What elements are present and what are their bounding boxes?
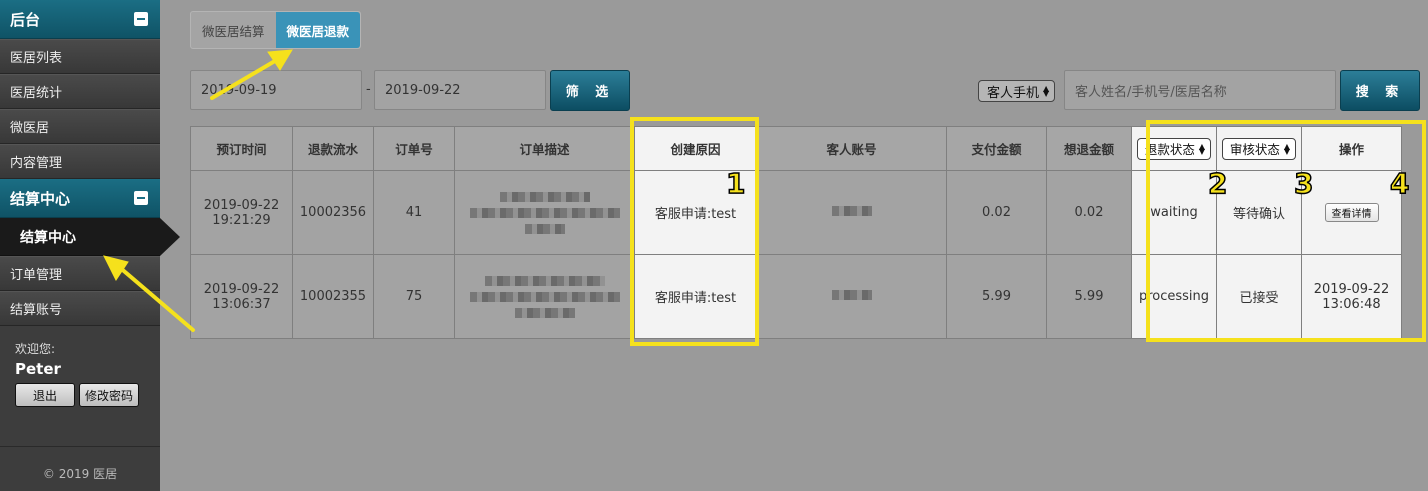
- refund-table: 预订时间 退款流水 订单号 订单描述 创建原因 客人账号 支付金额 想退金额 退…: [190, 126, 1402, 339]
- pay-amount-cell: 0.02: [946, 170, 1047, 255]
- order-no-cell: 75: [373, 254, 455, 339]
- col-action: 操作: [1301, 126, 1402, 171]
- booking-time-cell: 2019-09-22 13:06:37: [190, 254, 293, 339]
- copyright: © 2019 医居: [42, 467, 118, 481]
- annotation-number-1: 1: [725, 167, 746, 200]
- order-no-cell: 41: [373, 170, 455, 255]
- action-date: 2019-09-22: [1313, 281, 1390, 297]
- sidebar: 后台 医居列表 医居统计 微医居 内容管理 结算中心 结算中心 订单管理 结算账…: [0, 0, 180, 491]
- date-separator: -: [366, 82, 371, 97]
- search-button[interactable]: 搜 索: [1340, 70, 1420, 111]
- col-order-desc: 订单描述: [454, 126, 635, 171]
- sidebar-item-settlement-center[interactable]: 结算中心: [0, 218, 180, 256]
- collapse-icon[interactable]: [134, 191, 148, 205]
- redacted-text: [469, 192, 620, 234]
- booking-date: 2019-09-22: [203, 197, 280, 213]
- col-pay-amount: 支付金额: [946, 126, 1047, 171]
- col-order-no: 订单号: [373, 126, 455, 171]
- guest-account-cell: [756, 170, 947, 255]
- arrow-head: [267, 49, 293, 71]
- order-desc-cell: [454, 254, 635, 339]
- select-arrows-icon: ▲ ▼: [1043, 84, 1050, 98]
- annotation-number-2: 2: [1207, 167, 1228, 200]
- review-status-label: 审核状态: [1229, 142, 1280, 157]
- booking-time-cell: 2019-09-22 19:21:29: [190, 170, 293, 255]
- date-start-input[interactable]: 2019-09-19: [190, 70, 362, 110]
- refund-status-filter[interactable]: 退款状态 ▲ ▼: [1136, 137, 1212, 160]
- refund-serial-cell: 10002356: [292, 170, 374, 255]
- welcome-panel: 欢迎您: Peter 退出 修改密码: [0, 326, 160, 447]
- redacted-text: [831, 206, 872, 216]
- refund-amount-cell: 0.02: [1046, 170, 1132, 255]
- col-reason: 创建原因: [634, 126, 757, 171]
- table-row: 2019-09-22 13:06:37 10002355 75 客服申请:tes…: [190, 254, 1402, 339]
- tab-settlement[interactable]: 微医居结算: [191, 12, 276, 48]
- change-password-button[interactable]: 修改密码: [79, 383, 139, 407]
- redacted-text: [831, 290, 872, 300]
- refund-status-cell: waiting: [1131, 170, 1217, 255]
- sidebar-item-clinic-stats[interactable]: 医居统计: [0, 74, 160, 109]
- action-cell: 查看详情: [1301, 170, 1402, 255]
- sidebar-item-micro-clinic[interactable]: 微医居: [0, 109, 160, 144]
- refund-status-cell: processing: [1131, 254, 1217, 339]
- booking-date: 2019-09-22: [203, 281, 280, 297]
- table-header-row: 预订时间 退款流水 订单号 订单描述 创建原因 客人账号 支付金额 想退金额 退…: [190, 126, 1402, 171]
- sidebar-item-accounts[interactable]: 结算账号: [0, 291, 160, 326]
- search-input[interactable]: 客人姓名/手机号/医居名称: [1064, 70, 1336, 110]
- select-arrows-icon: ▲ ▼: [1198, 141, 1206, 156]
- annotation-number-4: 4: [1389, 167, 1410, 200]
- review-status-filter[interactable]: 审核状态 ▲ ▼: [1221, 137, 1297, 160]
- tab-refund[interactable]: 微医居退款: [275, 12, 361, 48]
- action-cell: 2019-09-22 13:06:48: [1301, 254, 1402, 339]
- refund-amount-cell: 5.99: [1046, 254, 1132, 339]
- filter-button[interactable]: 筛 选: [550, 70, 630, 111]
- booking-time: 13:06:37: [212, 296, 271, 312]
- sidebar-item-clinic-list[interactable]: 医居列表: [0, 39, 160, 74]
- guest-account-cell: [756, 254, 947, 339]
- logout-button[interactable]: 退出: [15, 383, 75, 407]
- select-arrows-icon: ▲ ▼: [1283, 141, 1291, 156]
- welcome-label: 欢迎您:: [15, 342, 56, 356]
- action-time: 13:06:48: [1322, 296, 1381, 312]
- search-type-value: 客人手机: [987, 85, 1040, 101]
- sidebar-item-content[interactable]: 内容管理: [0, 144, 160, 179]
- col-refund-serial: 退款流水: [292, 126, 374, 171]
- sidebar-section-title: 结算中心: [10, 189, 71, 208]
- sidebar-section-title: 后台: [10, 10, 41, 29]
- annotation-number-3: 3: [1293, 167, 1314, 200]
- review-status-cell: 已接受: [1216, 254, 1302, 339]
- col-refund-amount: 想退金额: [1046, 126, 1132, 171]
- pay-amount-cell: 5.99: [946, 254, 1047, 339]
- sidebar-section-backend[interactable]: 后台: [0, 0, 160, 39]
- tab-bar: 微医居结算 微医居退款: [190, 11, 362, 49]
- col-review-status: 审核状态 ▲ ▼: [1216, 126, 1302, 171]
- date-end-input[interactable]: 2019-09-22: [374, 70, 546, 110]
- sidebar-section-settlement[interactable]: 结算中心: [0, 179, 160, 218]
- reason-cell: 客服申请:test: [634, 254, 757, 339]
- refund-serial-cell: 10002355: [292, 254, 374, 339]
- col-guest-account: 客人账号: [756, 126, 947, 171]
- booking-time: 19:21:29: [212, 212, 271, 228]
- sidebar-item-orders[interactable]: 订单管理: [0, 256, 160, 291]
- order-desc-cell: [454, 170, 635, 255]
- view-details-button[interactable]: 查看详情: [1324, 203, 1379, 222]
- redacted-text: [469, 276, 620, 318]
- review-status-cell: 等待确认: [1216, 170, 1302, 255]
- collapse-icon[interactable]: [134, 12, 148, 26]
- search-type-select[interactable]: 客人手机 ▲ ▼: [978, 80, 1056, 102]
- col-booking-time: 预订时间: [190, 126, 293, 171]
- refund-status-label: 退款状态: [1144, 142, 1195, 157]
- col-refund-status: 退款状态 ▲ ▼: [1131, 126, 1217, 171]
- username: Peter: [15, 360, 61, 378]
